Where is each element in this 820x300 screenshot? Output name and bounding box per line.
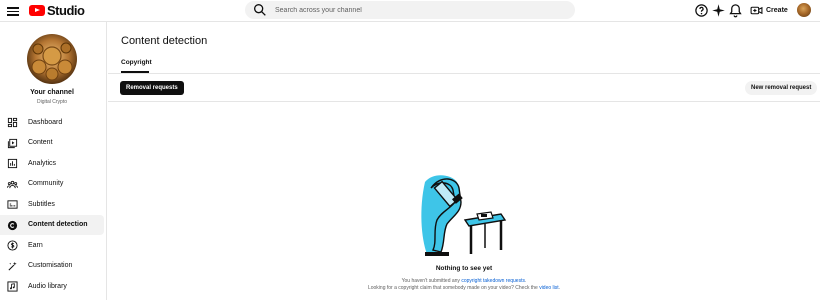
sidebar-item-label: Earn (28, 241, 43, 249)
create-video-icon (750, 6, 763, 15)
removal-requests-chip[interactable]: Removal requests (120, 81, 184, 95)
subtitles-icon (7, 200, 18, 209)
empty-state-text: . (558, 285, 561, 291)
channel-avatar-image (27, 34, 77, 84)
create-button[interactable]: Create (750, 3, 788, 18)
logo-text: Studio (47, 3, 85, 18)
sidebar-item-earn[interactable]: Earn (0, 235, 104, 256)
main-content: Content detection Copyright Removal requ… (108, 22, 820, 300)
sidebar-item-label: Subtitles (28, 200, 55, 208)
sidebar-item-label: Audio library (28, 282, 67, 290)
channel-avatar[interactable] (27, 34, 77, 84)
sidebar-item-audio-library[interactable]: Audio library (0, 276, 104, 297)
divider (108, 101, 820, 102)
sidebar-item-label: Dashboard (28, 118, 63, 126)
search-icon[interactable] (252, 2, 268, 18)
copyright-takedown-requests-link[interactable]: copyright takedown requests (461, 278, 525, 284)
sidebar-item-community[interactable]: Community (0, 174, 104, 195)
bell-icon[interactable] (728, 3, 743, 18)
empty-state-line-2: Looking for a copyright claim that someb… (108, 285, 820, 291)
tab-copyright[interactable]: Copyright (121, 59, 152, 66)
sidebar: Your channel Digital Crypto Dashboard Co… (0, 22, 107, 300)
magic-wand-icon (8, 261, 17, 271)
empty-state-microscope-illustration (421, 175, 507, 256)
create-label: Create (766, 7, 788, 14)
account-avatar[interactable] (797, 3, 811, 17)
sidebar-item-label: Community (28, 180, 64, 188)
empty-state-line-1: You haven't submitted any copyright take… (108, 278, 820, 284)
sparkle-icon[interactable] (711, 3, 726, 18)
analytics-icon (7, 158, 18, 169)
menu-icon[interactable] (7, 5, 19, 16)
sidebar-item-content-detection[interactable]: Content detection (0, 214, 104, 235)
dollar-icon (7, 240, 18, 251)
community-icon (7, 180, 18, 188)
sidebar-item-label: Content detection (28, 221, 88, 229)
empty-state-text: . (524, 278, 527, 284)
sidebar-item-subtitles[interactable]: Subtitles (0, 194, 104, 215)
empty-state-title: Nothing to see yet (435, 265, 493, 272)
sidebar-item-content[interactable]: Content (0, 133, 104, 154)
empty-state-text: You haven't submitted any (401, 278, 462, 284)
empty-state-text: Looking for a copyright claim that someb… (367, 285, 540, 291)
sidebar-item-dashboard[interactable]: Dashboard (0, 112, 104, 133)
sidebar-item-label: Content (28, 139, 53, 147)
youtube-logo-icon (29, 5, 45, 16)
video-list-link[interactable]: video list (539, 285, 558, 291)
page-title: Content detection (121, 35, 208, 47)
sidebar-item-label: Analytics (28, 159, 57, 167)
search-bar[interactable] (245, 1, 575, 19)
channel-handle: Digital Crypto (36, 99, 67, 105)
dashboard-icon (7, 117, 18, 128)
copyright-icon (7, 220, 18, 230)
divider (108, 73, 820, 74)
search-input[interactable] (275, 6, 565, 14)
help-icon[interactable] (694, 3, 709, 18)
channel-name: Your channel (30, 89, 74, 96)
youtube-studio-logo[interactable]: Studio (29, 3, 85, 18)
content-icon (7, 138, 18, 148)
new-removal-request-button[interactable]: New removal request (745, 81, 818, 95)
sidebar-nav: Dashboard Content Analytics Community Su… (0, 112, 104, 297)
top-bar: Studio Create (0, 0, 820, 22)
audio-library-icon (7, 281, 18, 292)
sidebar-item-analytics[interactable]: Analytics (0, 153, 104, 174)
sidebar-item-customisation[interactable]: Customisation (0, 256, 104, 277)
sidebar-item-label: Customisation (28, 262, 73, 270)
